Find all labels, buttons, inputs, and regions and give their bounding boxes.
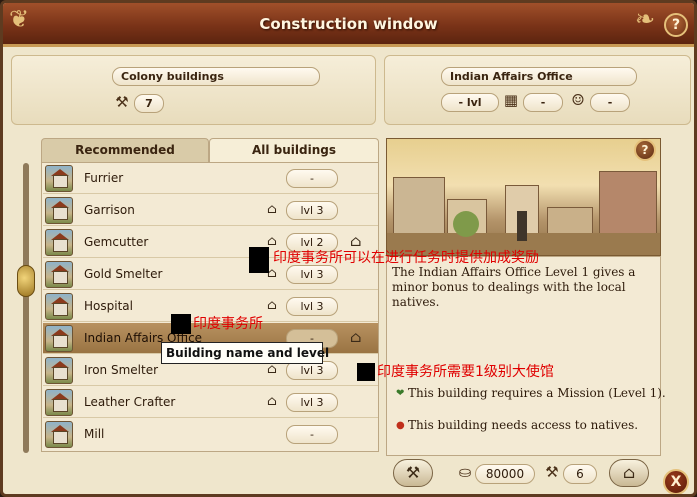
- building-tabs: Recommended All buildings: [41, 138, 379, 162]
- annotation-requirement-note: 印度事务所需要1级别大使馆: [377, 364, 554, 380]
- gold-cost: 80000: [475, 464, 535, 484]
- building-thumbnail-icon: [45, 421, 73, 448]
- requirement-unmet-icon: ●: [396, 420, 405, 431]
- tab-all-buildings[interactable]: All buildings: [209, 138, 379, 162]
- building-tooltip: Building name and level: [161, 342, 329, 364]
- building-thumbnail-icon: [45, 261, 73, 288]
- colony-buildings-panel: Colony buildings ⚒ 7: [11, 55, 376, 125]
- illustration-statue: [517, 211, 527, 241]
- selected-stat-a: -: [523, 93, 563, 112]
- house-build-icon: ⌂: [622, 463, 636, 482]
- building-name: Hospital: [84, 299, 133, 313]
- building-level: lvl 3: [286, 393, 338, 412]
- building-name: Iron Smelter: [84, 363, 159, 377]
- close-button[interactable]: X: [663, 469, 689, 494]
- list-scrollbar[interactable]: [23, 163, 29, 453]
- upgrade-house-icon: ⌂: [267, 394, 277, 409]
- title-bar: ❦ Construction window ❧ ?: [3, 3, 694, 47]
- annotation-bonus-note: 印度事务所可以在进行任务时提供加成奖励: [273, 250, 539, 266]
- building-description: The Indian Affairs Office Level 1 gives …: [392, 265, 636, 309]
- hammer-count: 7: [134, 94, 164, 113]
- build-house-icon[interactable]: ⌂: [350, 329, 361, 345]
- building-name: Mill: [84, 427, 105, 441]
- building-row-mill[interactable]: Mill -: [43, 419, 378, 450]
- building-level: -: [286, 169, 338, 188]
- building-row-garrison[interactable]: Garrison ⌂ lvl 3: [43, 195, 378, 226]
- window-title: Construction window: [259, 15, 438, 33]
- building-illustration: [386, 138, 661, 256]
- building-thumbnail-icon: [45, 325, 73, 352]
- building-row-furrier[interactable]: Furrier -: [43, 163, 378, 194]
- upgrade-house-icon: ⌂: [267, 362, 277, 377]
- hammer-broom-icon: ⚒: [405, 463, 421, 482]
- building-name: Leather Crafter: [84, 395, 176, 409]
- demolish-button[interactable]: ⚒: [393, 459, 433, 487]
- building-thumbnail-icon: [45, 197, 73, 224]
- building-level: lvl 3: [286, 265, 338, 284]
- building-name: Gold Smelter: [84, 267, 163, 281]
- colony-buildings-title: Colony buildings: [112, 67, 320, 86]
- requirement-natives: This building needs access to natives.: [408, 418, 639, 432]
- building-level: -: [286, 425, 338, 444]
- building-level: lvl 3: [286, 297, 338, 316]
- annotation-marker: [249, 247, 269, 273]
- selected-building-panel: Indian Affairs Office - lvl ▦ - ☺ -: [384, 55, 691, 125]
- illustration-tree: [453, 211, 479, 237]
- building-help-button[interactable]: ?: [634, 139, 656, 161]
- building-thumbnail-icon: [45, 293, 73, 320]
- hammer-icon: ⚒: [115, 93, 129, 111]
- hammer-cost: 6: [563, 464, 597, 484]
- building-thumbnail-icon: [45, 389, 73, 416]
- theater-masks-icon: ☺: [571, 91, 585, 109]
- building-level: lvl 3: [286, 201, 338, 220]
- building-list: Furrier - Garrison ⌂ lvl 3 Gemcutter ⌂ l…: [41, 162, 379, 452]
- upgrade-house-icon: ⌂: [267, 202, 277, 217]
- requirement-mission: This building requires a Mission (Level …: [408, 386, 666, 400]
- upgrade-house-icon: ⌂: [267, 298, 277, 313]
- selected-building-level: - lvl: [441, 93, 499, 112]
- building-row-leather-crafter[interactable]: Leather Crafter ⌂ lvl 3: [43, 387, 378, 418]
- gold-bag-icon: ⛀: [458, 463, 472, 481]
- help-button[interactable]: ?: [664, 13, 688, 37]
- annotation-marker: [171, 314, 191, 334]
- building-name: Gemcutter: [84, 235, 149, 249]
- selected-building-title: Indian Affairs Office: [441, 67, 637, 86]
- building-name: Garrison: [84, 203, 135, 217]
- requirement-met-icon: ❤: [396, 388, 405, 399]
- building-name: Furrier: [84, 171, 124, 185]
- hammer-cost-icon: ⚒: [545, 463, 559, 481]
- scrollbar-handle[interactable]: [17, 265, 35, 297]
- build-button[interactable]: ⌂: [609, 459, 649, 487]
- calendar-stat-icon: ▦: [503, 91, 519, 109]
- ornament-right-icon: ❧: [635, 5, 656, 33]
- annotation-marker: [357, 363, 375, 381]
- selected-stat-b: -: [590, 93, 630, 112]
- building-thumbnail-icon: [45, 165, 73, 192]
- building-thumbnail-icon: [45, 357, 73, 384]
- tab-recommended[interactable]: Recommended: [41, 138, 209, 162]
- annotation-office-note: 印度事务所: [193, 316, 263, 332]
- build-house-icon[interactable]: ⌂: [350, 233, 361, 249]
- building-thumbnail-icon: [45, 229, 73, 256]
- construction-window: ❦ Construction window ❧ ? Colony buildin…: [0, 0, 697, 497]
